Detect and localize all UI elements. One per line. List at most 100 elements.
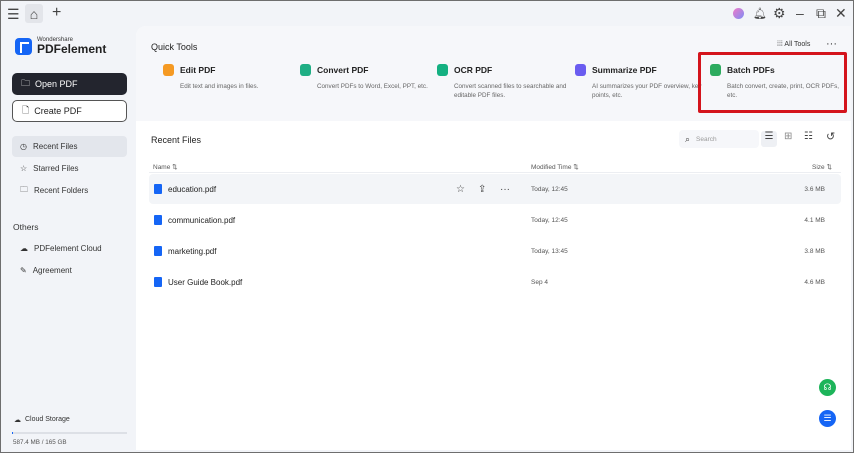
column-size[interactable]: Size ⇅ [812,163,832,171]
sidebar-item-starred-files[interactable]: ☆ Starred Files [12,158,127,179]
pdf-file-icon [154,246,162,256]
feedback-icon[interactable]: ☰ [819,410,836,427]
tool-name: Batch PDFs [727,65,775,75]
tool-desc: Convert PDFs to Word, Excel, PPT, etc. [317,83,428,90]
create-pdf-button[interactable]: 🗋 Create PDF [12,100,127,122]
folder-icon: 🗀 [21,78,31,88]
agreement-icon: ✎ [20,266,27,275]
tool-ocr-pdf[interactable]: OCR PDF Convert scanned files to searchab… [437,64,567,100]
batch-pdfs-icon [710,64,721,76]
search-input[interactable]: ⌕ Search [679,130,759,148]
clock-icon: ◷ [20,142,27,151]
more-icon[interactable]: ··· [826,38,837,50]
file-name: User Guide Book.pdf [168,277,243,287]
share-icon[interactable]: ⇪ [478,184,486,195]
file-name: communication.pdf [168,215,236,225]
storage-usage: 587.4 MB / 165 GB [13,439,67,446]
label: Agreement [32,266,72,275]
home-tab-icon[interactable]: ⌂ [25,4,43,23]
tool-name: OCR PDF [454,65,493,75]
tool-desc: Edit text and images in files. [180,83,259,90]
brand-product: PDFelement [37,42,107,56]
gear-icon[interactable]: ⚙ [773,5,786,21]
file-name: education.pdf [168,184,217,194]
folder-icon: 🗀 [20,184,28,194]
ocr-pdf-icon [437,64,448,76]
pdf-file-icon [154,215,162,225]
create-pdf-label: Create PDF [34,106,82,116]
pdf-file-icon [154,277,162,287]
open-pdf-button[interactable]: 🗀 Open PDF [12,73,127,95]
refresh-icon[interactable]: ↺ [826,130,835,143]
sidebar-item-recent-files[interactable]: ◷ Recent Files [12,136,127,157]
file-size: 3.6 MB [804,185,825,193]
file-name: marketing.pdf [168,246,217,256]
list-view-icon[interactable]: ☰ [761,131,777,147]
pdf-file-icon [154,184,162,194]
star-icon[interactable]: ☆ [456,184,465,195]
sidebar-item-agreement[interactable]: ✎ Agreement [12,260,127,281]
divider [149,172,841,173]
add-tab-icon[interactable]: + [52,5,61,21]
create-file-icon: 🗋 [22,105,30,115]
summarize-pdf-icon [575,64,586,76]
search-icon: ⌕ [685,133,691,144]
cloud-icon: ☁ [20,244,28,253]
cloud-icon: ☁ [14,417,21,424]
tool-desc: Convert scanned files to searchable and … [454,83,567,99]
more-icon[interactable]: ··· [500,184,510,195]
tool-name: Summarize PDF [592,65,657,75]
column-name[interactable]: Name ⇅ [153,163,178,171]
table-row[interactable]: User Guide Book.pdf Sep 4 4.6 MB [149,267,841,297]
sidebar-item-pdfelement-cloud[interactable]: ☁ PDFelement Cloud [12,238,127,259]
table-row[interactable]: marketing.pdf Today, 13:45 3.8 MB [149,236,841,266]
modified-time: Today, 12:45 [531,216,568,224]
pdfelement-logo-icon [15,37,32,55]
menu-icon[interactable]: ☰ [7,6,20,22]
support-icon[interactable]: ☊ [819,379,836,396]
sidebar: Wondershare PDFelement 🗀 Open PDF 🗋 Create … [1,27,135,452]
modified-time: Today, 12:45 [531,185,568,193]
tool-summarize-pdf[interactable]: Summarize PDF AI summarizes your PDF over… [575,64,705,100]
file-size: 4.1 MB [804,216,825,224]
grid-icon: ⁞⁞⁞ [777,41,783,48]
all-tools-button[interactable]: ⁞⁞⁞ All Tools [777,41,810,48]
restore-button[interactable]: ⧉ [816,5,826,21]
label: Recent Files [32,142,78,151]
tool-name: Edit PDF [180,65,216,75]
column-modified[interactable]: Modified Time ⇅ [531,163,579,171]
main-panel: Quick Tools ⁞⁞⁞ All Tools ··· Edit PDF Ed… [136,26,851,450]
grid-view-icon[interactable]: ⊞ [784,131,792,142]
table-row[interactable]: education.pdf ☆ ⇪ ··· Today, 12:45 3.6 MB [149,174,841,204]
convert-pdf-icon [300,64,311,76]
star-icon: ☆ [20,164,28,173]
tool-batch-pdfs[interactable]: Batch PDFs Batch convert, create, print, … [710,64,840,100]
cloud-storage[interactable]: ☁ Cloud Storage [14,416,70,424]
tool-desc: AI summarizes your PDF overview, key poi… [592,83,702,99]
storage-bar [12,432,127,434]
label: PDFelement Cloud [34,244,102,253]
sort-settings-icon[interactable]: ☷ [804,131,813,142]
sidebar-item-recent-folders[interactable]: 🗀 Recent Folders [12,180,127,201]
tool-name: Convert PDF [317,65,369,75]
others-heading: Others [13,222,39,232]
all-tools-label: All Tools [784,41,811,48]
avatar[interactable] [733,8,744,19]
app-window: ☰ ⌂ + 🔔︎ ⚙ – ⧉ ✕ Wondershare PDFelement 🗀… [1,1,853,452]
title-bar: ☰ ⌂ + 🔔︎ ⚙ – ⧉ ✕ [1,1,853,27]
minimize-button[interactable]: – [796,5,804,21]
tool-desc: Batch convert, create, print, OCR PDFs, … [727,83,839,99]
file-size: 3.8 MB [804,247,825,255]
modified-time: Today, 13:45 [531,247,568,255]
edit-pdf-icon [163,64,174,76]
open-pdf-label: Open PDF [35,79,78,89]
recent-files-title: Recent Files [151,135,202,145]
table-row[interactable]: communication.pdf Today, 12:45 4.1 MB [149,205,841,235]
close-button[interactable]: ✕ [835,5,847,21]
logo: Wondershare PDFelement [15,37,106,55]
tool-edit-pdf[interactable]: Edit PDF Edit text and images in files. [163,64,293,91]
quick-tools-title: Quick Tools [151,42,198,52]
label: Recent Folders [34,186,89,195]
tool-convert-pdf[interactable]: Convert PDF Convert PDFs to Word, Excel, … [300,64,430,91]
bell-icon[interactable]: 🔔︎ [753,6,767,22]
